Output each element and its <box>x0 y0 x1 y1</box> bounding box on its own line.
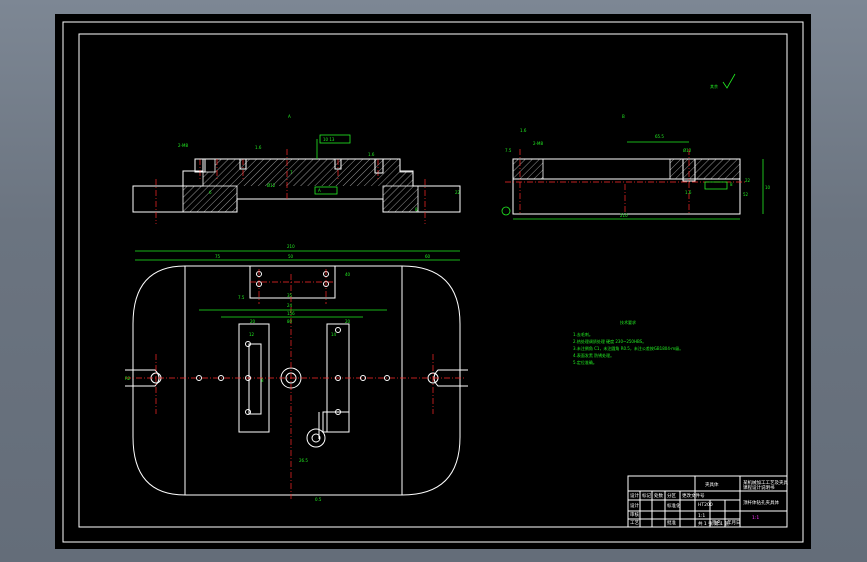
svg-text:22: 22 <box>455 190 461 195</box>
svg-text:1:1: 1:1 <box>698 513 705 519</box>
svg-text:20: 20 <box>345 319 351 324</box>
svg-text:75: 75 <box>215 254 221 259</box>
svg-text:某机械加工工艺及夹具: 某机械加工工艺及夹具 <box>743 479 788 486</box>
svg-text:标记: 标记 <box>642 492 651 499</box>
svg-text:更改文件号: 更改文件号 <box>682 492 705 499</box>
svg-text:20: 20 <box>250 319 256 324</box>
plan-view[interactable]: 210 75 50 60 40 7.5 35 24 156 20 80 20 1… <box>125 244 468 502</box>
svg-text:处数: 处数 <box>654 492 663 499</box>
svg-text:5.定位准确。: 5.定位准确。 <box>573 359 597 365</box>
svg-text:1.去毛刺。: 1.去毛刺。 <box>573 331 593 337</box>
svg-text:Ø12: Ø12 <box>683 148 692 153</box>
scale-stamp: 1:1 <box>752 515 759 521</box>
svg-text:14: 14 <box>331 332 337 337</box>
section-b-label: B <box>622 114 625 119</box>
drawing-viewport[interactable]: 其余 A 2-M8 1.6 10 13 6 A Ø12 22 8 1.6 7 B… <box>55 14 811 549</box>
svg-text:1.6: 1.6 <box>520 128 527 133</box>
svg-text:1.6: 1.6 <box>685 190 692 195</box>
svg-text:Ø12: Ø12 <box>267 183 276 188</box>
svg-text:7.5: 7.5 <box>238 295 245 300</box>
svg-text:156: 156 <box>287 311 295 316</box>
svg-text:8: 8 <box>730 182 733 187</box>
svg-text:HT200: HT200 <box>698 502 713 508</box>
svg-text:4.表面发黑 防锈处理。: 4.表面发黑 防锈处理。 <box>573 352 614 358</box>
svg-text:标准化: 标准化 <box>667 502 681 509</box>
section-view-a[interactable]: A 2-M8 1.6 10 13 6 A Ø12 22 8 1.6 7 <box>132 114 461 224</box>
svg-text:R2: R2 <box>125 376 131 381</box>
svg-text:设计: 设计 <box>630 492 639 499</box>
svg-text:50: 50 <box>288 254 294 259</box>
cad-drawing-canvas[interactable]: 其余 A 2-M8 1.6 10 13 6 A Ø12 22 8 1.6 7 B… <box>55 14 811 549</box>
svg-text:分区: 分区 <box>667 492 676 499</box>
svg-text:52: 52 <box>743 192 749 197</box>
notes-title: 技术要求 <box>620 319 636 325</box>
svg-text:210: 210 <box>287 244 295 249</box>
svg-text:40: 40 <box>345 272 351 277</box>
svg-text:2-M8: 2-M8 <box>178 143 188 148</box>
svg-text:210: 210 <box>620 213 628 218</box>
section-a-label: A <box>288 114 291 119</box>
svg-text:0.5: 0.5 <box>315 497 322 502</box>
svg-text:2-M8: 2-M8 <box>533 141 543 146</box>
svg-text:80: 80 <box>287 319 293 324</box>
roughness-note-text: 其余 <box>710 83 718 89</box>
svg-text:8: 8 <box>261 378 264 383</box>
svg-text:60: 60 <box>425 254 431 259</box>
svg-text:1.6: 1.6 <box>255 145 262 150</box>
svg-text:12: 12 <box>249 332 255 337</box>
svg-text:1.6: 1.6 <box>368 152 375 157</box>
svg-text:26.5: 26.5 <box>299 458 308 463</box>
svg-text:3.未注倒角 C1，未注圆角 R0.5，未注公差按GB180: 3.未注倒角 C1，未注圆角 R0.5，未注公差按GB1804-m级。 <box>573 345 683 351</box>
drawing-name: 夹具体 <box>705 481 719 488</box>
svg-text:2.热处理调质处理 硬度 230~250HBS。: 2.热处理调质处理 硬度 230~250HBS。 <box>573 338 646 344</box>
roughness-symbol: 其余 <box>710 73 736 89</box>
outer-frame <box>62 21 804 543</box>
svg-text:设计: 设计 <box>630 502 639 509</box>
svg-text:35: 35 <box>287 293 293 298</box>
technical-notes: 技术要求 1.去毛刺。 2.热处理调质处理 硬度 230~250HBS。 3.未… <box>573 319 683 365</box>
svg-text:批准: 批准 <box>667 519 676 526</box>
title-block[interactable]: 夹具体 某机械加工工艺及夹具 课程设计说明书 顶杆体钻孔夹具体 HT200 1:… <box>627 475 788 528</box>
svg-text:10: 10 <box>765 185 771 190</box>
cad-application-window: 其余 A 2-M8 1.6 10 13 6 A Ø12 22 8 1.6 7 B… <box>0 0 867 562</box>
svg-text:A: A <box>318 188 321 193</box>
svg-text:年月日: 年月日 <box>727 519 741 526</box>
part-name: 顶杆体钻孔夹具体 <box>743 499 779 506</box>
svg-text:65.5: 65.5 <box>655 134 664 139</box>
svg-text:审核: 审核 <box>630 511 639 518</box>
svg-text:24: 24 <box>287 303 293 308</box>
svg-text:课程设计说明书: 课程设计说明书 <box>743 484 775 491</box>
svg-text:工艺: 工艺 <box>630 520 639 526</box>
svg-text:7.5: 7.5 <box>505 148 512 153</box>
svg-text:10 13: 10 13 <box>323 137 335 142</box>
svg-text:签名: 签名 <box>712 519 721 526</box>
section-view-b[interactable]: B 7.5 2-M8 1.6 65.5 Ø12 1.6 8 22 210 52 … <box>501 114 771 220</box>
svg-text:22: 22 <box>745 178 751 183</box>
